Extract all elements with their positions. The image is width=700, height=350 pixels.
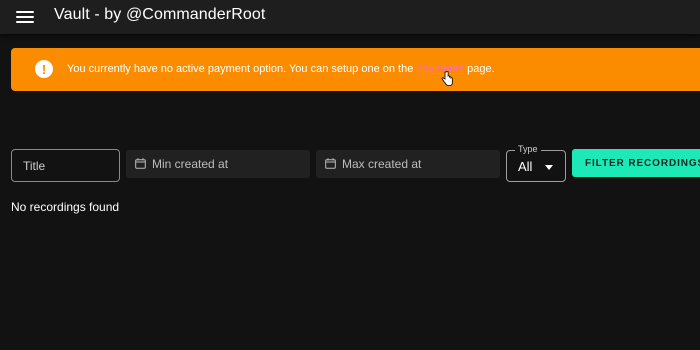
- title-placeholder: Title: [23, 159, 46, 173]
- calendar-icon: [135, 158, 146, 169]
- min-created-at-placeholder: Min created at: [152, 157, 229, 171]
- type-select[interactable]: Type All: [506, 144, 566, 182]
- filter-recordings-button[interactable]: FILTER RECORDINGS: [572, 149, 700, 177]
- type-select-label: Type: [515, 144, 541, 154]
- title-input[interactable]: Title: [11, 149, 120, 182]
- payment-warning-alert: ! You currently have no active payment o…: [11, 48, 700, 91]
- hand-pointer-cursor-icon: [441, 71, 453, 86]
- app-bar: Vault - by @CommanderRoot: [0, 0, 700, 34]
- app-title: Vault - by @CommanderRoot: [54, 6, 266, 23]
- empty-results-message: No recordings found: [11, 200, 120, 214]
- max-created-at-input[interactable]: Max created at: [316, 150, 500, 178]
- alert-text-before: You currently have no active payment opt…: [67, 63, 417, 75]
- type-select-value: All: [518, 159, 533, 174]
- alert-message: You currently have no active payment opt…: [67, 63, 495, 75]
- hamburger-menu-icon[interactable]: [16, 9, 34, 25]
- chevron-down-icon: [545, 165, 553, 170]
- min-created-at-input[interactable]: Min created at: [126, 150, 310, 178]
- alert-text-after: page.: [464, 63, 495, 75]
- max-created-at-placeholder: Max created at: [342, 157, 422, 171]
- exclamation-icon: !: [35, 60, 53, 78]
- calendar-icon: [325, 158, 336, 169]
